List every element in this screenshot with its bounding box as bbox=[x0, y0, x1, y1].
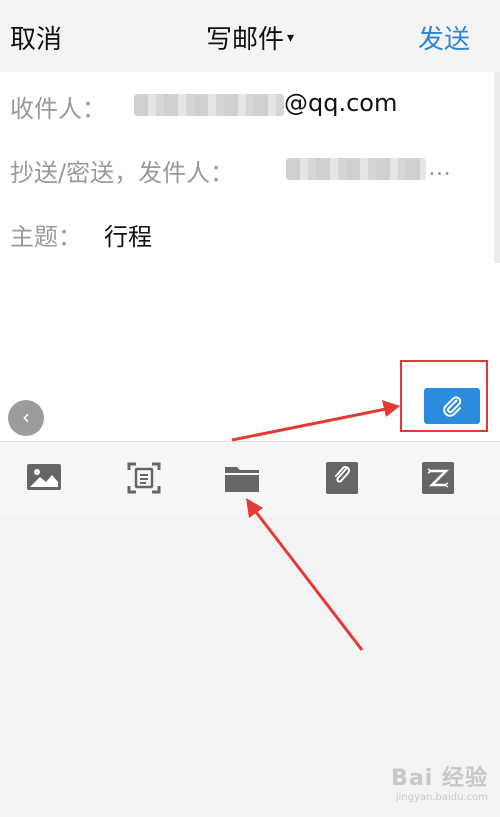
image-icon[interactable] bbox=[26, 460, 62, 496]
scroll-edge bbox=[494, 200, 500, 264]
attachment-toolbar bbox=[0, 441, 500, 515]
to-value[interactable]: @qq.com bbox=[284, 89, 397, 117]
cc-field-row[interactable]: 抄送/密送，发件人： ... bbox=[0, 136, 500, 201]
scroll-edge bbox=[494, 136, 500, 200]
cc-label: 抄送/密送，发件人： bbox=[10, 159, 235, 187]
cc-ellipsis: ... bbox=[428, 153, 451, 181]
page-title-text: 写邮件 bbox=[205, 25, 284, 55]
chevron-down-icon: ▾ bbox=[286, 30, 295, 46]
send-button[interactable]: 发送 bbox=[418, 19, 470, 56]
to-label: 收件人： bbox=[10, 95, 106, 123]
subject-input[interactable]: 行程 bbox=[104, 217, 152, 252]
text-transform-icon[interactable] bbox=[420, 460, 456, 496]
folder-icon[interactable] bbox=[224, 460, 260, 496]
watermark: Bai 经验 jingyan.baidu.com bbox=[391, 760, 488, 803]
to-field-row[interactable]: 收件人： @qq.com bbox=[0, 72, 500, 137]
subject-field-row[interactable]: 主题： 行程 bbox=[0, 200, 500, 265]
redacted-sender bbox=[286, 158, 426, 180]
attachment-button[interactable] bbox=[424, 388, 480, 424]
collapse-toolbar-button[interactable]: ‹ bbox=[8, 400, 44, 436]
redacted-recipient bbox=[134, 94, 284, 116]
scroll-edge bbox=[494, 72, 500, 136]
watermark-text: Bai 经验 bbox=[391, 766, 488, 791]
scan-document-icon[interactable] bbox=[126, 460, 162, 496]
compose-header: 取消 写邮件 ▾ 发送 bbox=[0, 0, 500, 73]
note-icon[interactable] bbox=[324, 460, 360, 496]
paperclip-icon bbox=[443, 396, 462, 417]
watermark-sub: jingyan.baidu.com bbox=[395, 792, 488, 803]
subject-label: 主题： bbox=[10, 223, 82, 251]
